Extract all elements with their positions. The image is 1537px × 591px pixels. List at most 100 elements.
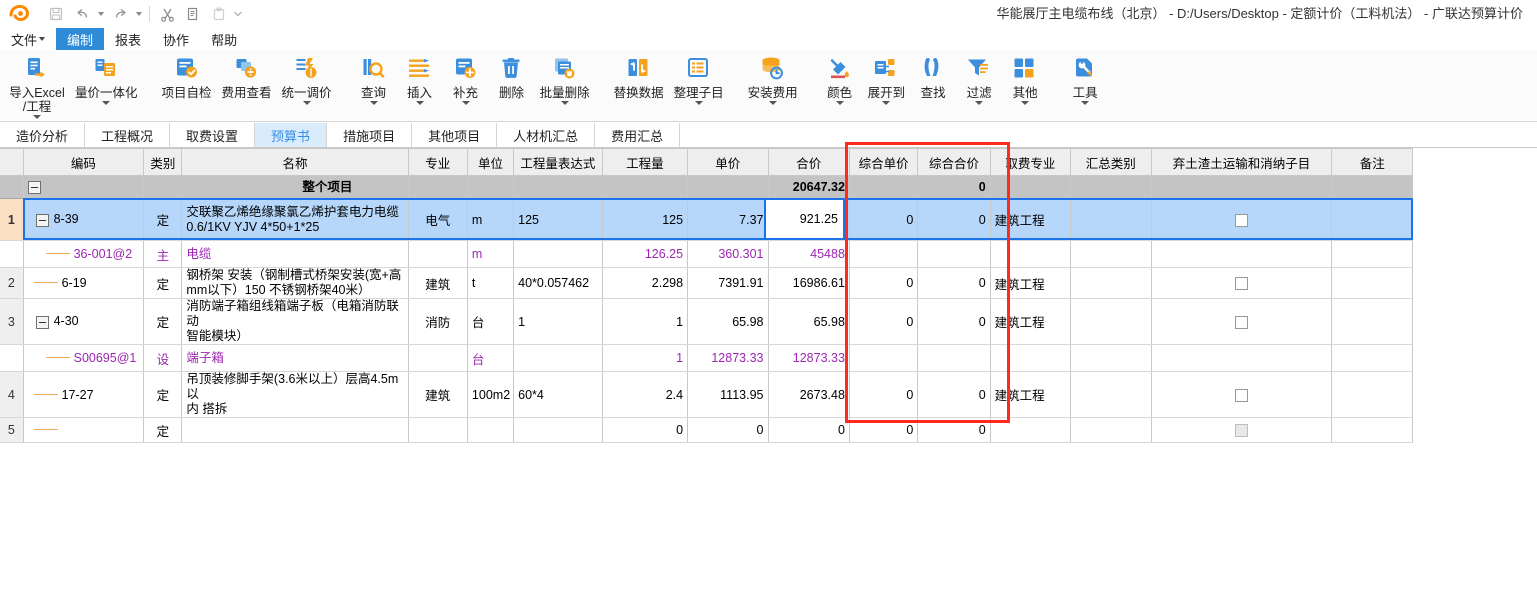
ribbon-button-insert[interactable]: 插入 (397, 50, 443, 122)
cell-code[interactable]: 36-001@2 (23, 240, 145, 268)
cell-name[interactable]: 端子箱 (181, 344, 409, 372)
save-icon[interactable] (44, 2, 68, 26)
ribbon-button-install-cost[interactable]: 安装费用 (743, 50, 803, 122)
cell-total_price[interactable]: 20647.32 (768, 175, 850, 199)
cell-summary_type[interactable] (1070, 371, 1152, 418)
cell-summary_type[interactable] (1070, 267, 1152, 299)
col-header-unit_price[interactable]: 单价 (687, 148, 769, 176)
cell-rownum[interactable]: 3 (0, 298, 24, 345)
table-row[interactable]: 2 6-19 定 钢桥架 安装（钢制槽式桥架安装(宽+高 mm以下）150 不锈钢桥架… (0, 267, 1413, 299)
cell-unit_price[interactable]: 1113.95 (687, 371, 769, 418)
cell-qty_expr[interactable]: 60*4 (513, 371, 603, 418)
cell-rownum[interactable] (0, 240, 24, 268)
cell-qty[interactable]: 2.4 (602, 371, 689, 418)
cell-remark[interactable] (1331, 298, 1413, 345)
cell-code[interactable]: 6-19 (23, 267, 145, 299)
cell-comp_total_price[interactable]: 0 (917, 298, 991, 345)
undo-dropdown-icon[interactable] (96, 2, 106, 26)
active-cell-total-price[interactable]: 921.25 (764, 198, 845, 240)
cell-name[interactable]: 钢桥架 安装（钢制槽式桥架安装(宽+高 mm以下）150 不锈钢桥架40米） (181, 267, 409, 299)
cell-qty_expr[interactable] (513, 417, 603, 443)
menu-item-compile[interactable]: 编制 (56, 28, 105, 50)
table-row[interactable]: 5 定 0 0 0 0 0 (0, 417, 1413, 443)
cell-total_price[interactable]: 12873.33 (768, 344, 850, 372)
cell-qty_expr[interactable] (513, 175, 603, 199)
cell-fee_major[interactable]: 建筑工程 (990, 198, 1072, 241)
cell-summary_type[interactable] (1070, 344, 1152, 372)
cell-qty_expr[interactable] (513, 344, 603, 372)
cell-total_price[interactable]: 65.98 (768, 298, 850, 345)
ribbon-button-supplement[interactable]: 补充 (443, 50, 489, 122)
cell-major[interactable] (408, 344, 468, 372)
ribbon-button-unified-adjust[interactable]: 统一调价 (277, 50, 337, 122)
chevron-down-icon[interactable] (768, 101, 777, 105)
ribbon-button-other[interactable]: 其他 (1002, 50, 1048, 122)
tab-3[interactable]: 预算书 (255, 123, 328, 147)
cell-qty[interactable]: 1 (602, 344, 689, 372)
cell-major[interactable] (408, 240, 468, 268)
cell-remark[interactable] (1331, 417, 1413, 443)
customize-quick-access-icon[interactable] (233, 2, 243, 26)
cell-name[interactable]: 消防端子箱组线箱端子板（电箱消防联动 智能模块） (181, 298, 409, 345)
chevron-down-icon[interactable] (560, 101, 569, 105)
cell-remark[interactable] (1331, 198, 1413, 241)
col-header-comp_unit_price[interactable]: 综合单价 (849, 148, 919, 176)
cell-category[interactable]: 定 (143, 371, 183, 418)
cell-rownum[interactable] (0, 175, 24, 199)
spoil-item-checkbox[interactable] (1234, 213, 1248, 227)
cell-unit_price[interactable]: 0 (687, 417, 769, 443)
cell-major[interactable]: 电气 (408, 198, 468, 241)
ribbon-button-organize-items[interactable]: 整理子目 (669, 50, 729, 122)
ribbon-button-tools[interactable]: 工具 (1062, 50, 1108, 122)
cell-summary_type[interactable] (1070, 240, 1152, 268)
cell-rownum[interactable]: 2 (0, 267, 24, 299)
cell-total_price[interactable]: 2673.48 (768, 371, 850, 418)
ribbon-button-batch-delete[interactable]: 批量删除 (535, 50, 595, 122)
cell-major[interactable]: 消防 (408, 298, 468, 345)
cell-spoil_item[interactable] (1151, 298, 1333, 345)
cell-name[interactable] (181, 417, 409, 443)
tab-4[interactable]: 措施项目 (327, 123, 413, 147)
tab-6[interactable]: 人材机汇总 (497, 123, 596, 147)
cell-qty[interactable]: 125 (602, 198, 689, 241)
paste-icon[interactable] (207, 2, 231, 26)
col-header-qty_expr[interactable]: 工程量表达式 (513, 148, 603, 176)
redo-icon[interactable] (108, 2, 132, 26)
ribbon-button-search[interactable]: 查询 (351, 50, 397, 122)
undo-icon[interactable] (70, 2, 94, 26)
cell-unit[interactable]: 台 (467, 298, 515, 345)
cell-unit_price[interactable]: 360.301 (687, 240, 769, 268)
col-header-summary_type[interactable]: 汇总类别 (1070, 148, 1152, 176)
col-header-fee_major[interactable]: 取费专业 (990, 148, 1072, 176)
col-header-comp_total_price[interactable]: 综合合价 (917, 148, 991, 176)
cell-summary_type[interactable] (1070, 417, 1152, 443)
cell-fee_major[interactable] (990, 344, 1072, 372)
table-row[interactable]: 整个项目 20647.32 0 (0, 175, 1413, 199)
cell-unit[interactable] (467, 417, 515, 443)
cell-category[interactable]: 主 (143, 240, 183, 268)
cell-comp_unit_price[interactable]: 0 (849, 198, 919, 241)
cell-category[interactable]: 设 (143, 344, 183, 372)
cell-category[interactable]: 定 (143, 417, 183, 443)
cell-total_price[interactable]: 0 (768, 417, 850, 443)
cell-name[interactable]: 电缆 (181, 240, 409, 268)
copy-icon[interactable] (181, 2, 205, 26)
chevron-down-icon[interactable] (1081, 101, 1090, 105)
tab-1[interactable]: 工程概况 (85, 123, 171, 147)
cell-comp_unit_price[interactable]: 0 (849, 371, 919, 418)
cell-fee_major[interactable]: 建筑工程 (990, 298, 1072, 345)
tab-5[interactable]: 其他项目 (412, 123, 498, 147)
cell-unit[interactable]: m (467, 198, 515, 241)
cell-fee_major[interactable] (990, 175, 1072, 199)
chevron-down-icon[interactable] (835, 101, 844, 105)
cell-remark[interactable] (1331, 371, 1413, 418)
cell-comp_total_price[interactable]: 0 (917, 417, 991, 443)
cell-unit_price[interactable]: 7391.91 (687, 267, 769, 299)
cell-qty_expr[interactable]: 125 (513, 198, 603, 241)
cell-unit_price[interactable]: 12873.33 (687, 344, 769, 372)
chevron-down-icon[interactable] (1021, 101, 1030, 105)
cell-spoil_item[interactable] (1151, 371, 1333, 418)
cell-remark[interactable] (1331, 344, 1413, 372)
cell-fee_major[interactable]: 建筑工程 (990, 267, 1072, 299)
cell-spoil_item[interactable] (1151, 240, 1333, 268)
